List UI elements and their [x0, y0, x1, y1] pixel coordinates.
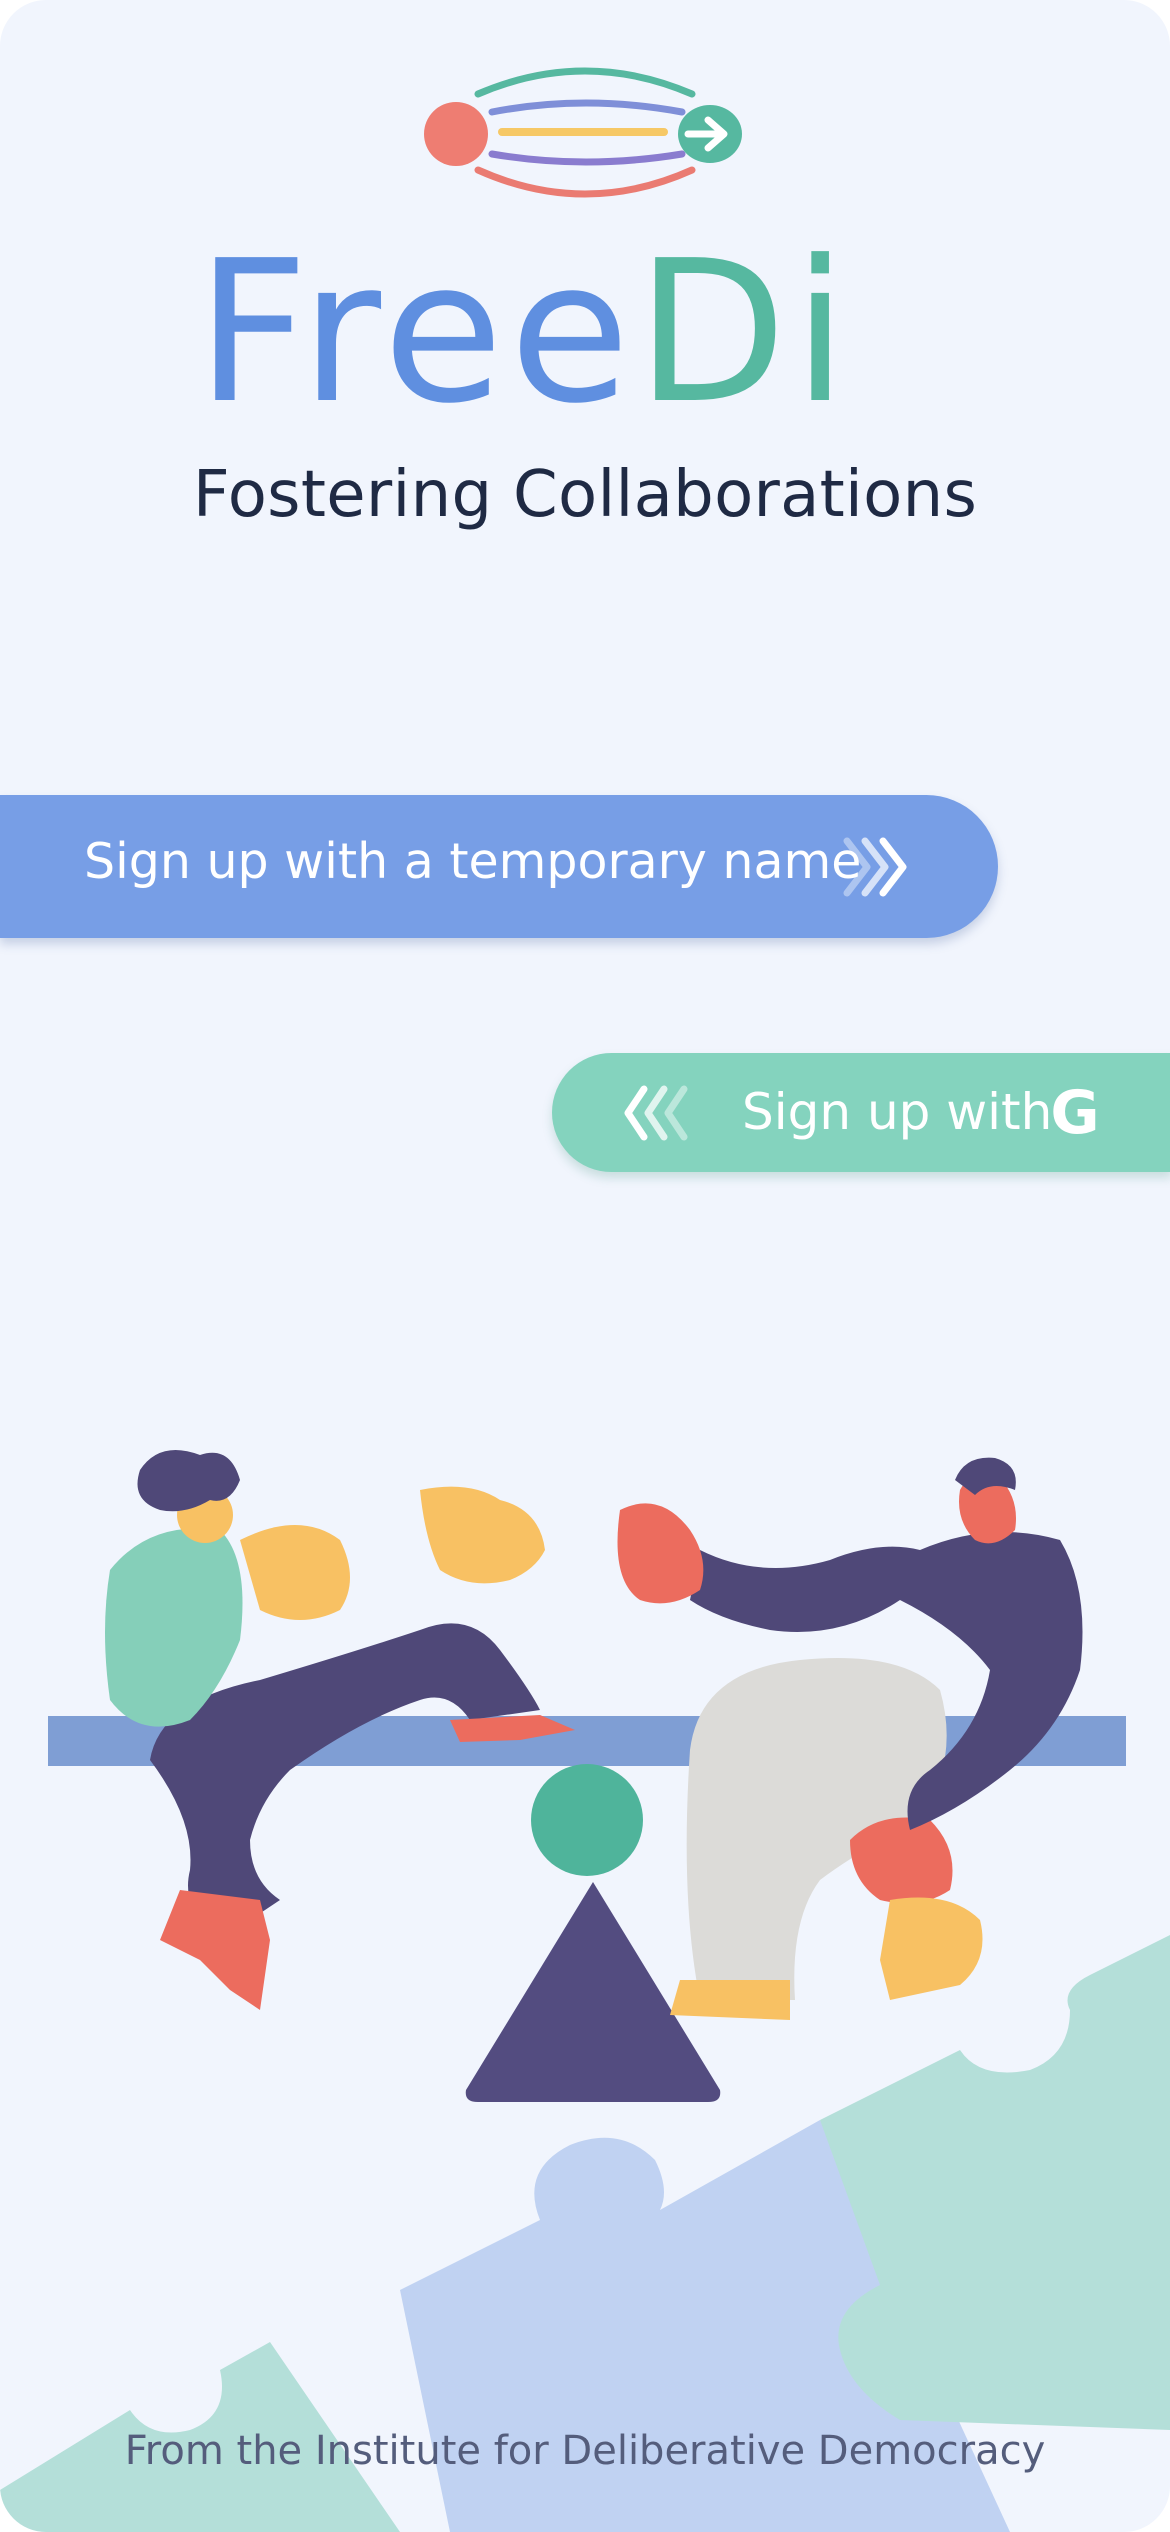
google-signup-label: Sign up with	[742, 1083, 1053, 1141]
temporary-signup-button[interactable]: Sign up with a temporary name	[0, 795, 998, 938]
freedi-logo-icon	[424, 67, 742, 198]
app-wordmark: FreeDi	[196, 240, 853, 420]
temporary-signup-label: Sign up with a temporary name	[84, 833, 862, 890]
google-icon: G	[1050, 1083, 1099, 1141]
triple-chevron-left-icon	[624, 1085, 688, 1141]
tagline: Fostering Collaborations	[192, 458, 978, 532]
seesaw-illustration	[0, 1450, 1170, 2532]
wordmark-di: Di	[636, 240, 853, 420]
seesaw-ball	[531, 1764, 643, 1876]
google-logo-letter: G	[1050, 1083, 1099, 1141]
triple-chevron-right-icon	[843, 837, 907, 897]
google-signup-button[interactable]: Sign up with G	[552, 1053, 1170, 1172]
footer-credit: From the Institute for Deliberative Demo…	[124, 2428, 1046, 2474]
wordmark-free: Free	[196, 240, 636, 420]
woman-figure	[105, 1450, 575, 2010]
welcome-screen: FreeDi Fostering Collaborations Sign up …	[0, 0, 1170, 2532]
svg-text:FreeDi: FreeDi	[196, 240, 853, 420]
